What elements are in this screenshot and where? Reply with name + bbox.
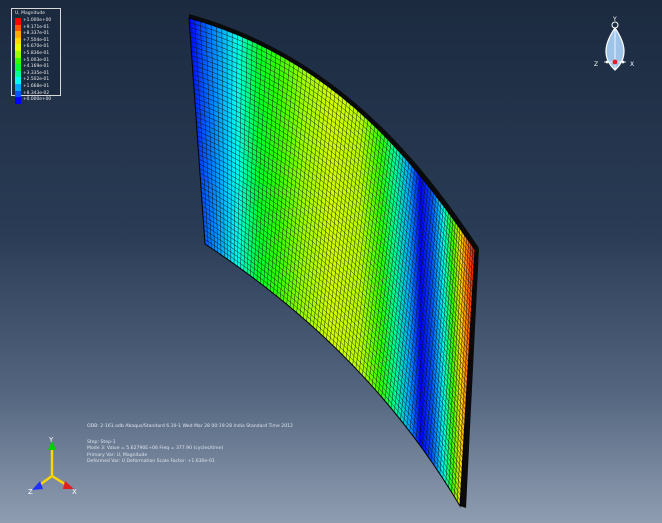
legend-title: U, Magnitude [15, 11, 45, 16]
coordinate-triad: Y X Z [28, 436, 77, 496]
legend-color-swatch [15, 70, 21, 78]
legend-row: +4.169e-01 [15, 64, 51, 71]
legend-value: +0.000e+00 [23, 97, 52, 103]
contour-legend: U, Magnitude +1.000e+00 +9.171e-01 +8.337e… [11, 8, 61, 104]
legend-color-swatch [15, 50, 21, 58]
legend-value: +8.337e-01 [23, 31, 50, 37]
legend-value: +1.000e+00 [23, 18, 52, 23]
legend-row: +1.000e+00 [15, 18, 51, 25]
legend-color-swatch [15, 90, 21, 98]
legend-row: +1.668e-01 [15, 83, 51, 91]
legend-value: +5.836e-01 [23, 50, 50, 56]
legend-color-swatch [15, 44, 21, 51]
legend-row: +2.502e-01 [15, 77, 51, 84]
legend-row: +8.337e-01 [15, 31, 51, 38]
legend-color-swatch [15, 77, 21, 84]
legend-color-swatch [15, 64, 21, 71]
legend-value: +4.169e-01 [23, 64, 50, 70]
triad-z-label: Z [28, 488, 33, 496]
deformed-var-line: Deformed Var: U Deformation Scale Factor… [87, 459, 215, 464]
legend-value: +6.670e-01 [23, 44, 50, 50]
legend-color-swatch [15, 31, 21, 38]
legend-value: +1.668e-01 [23, 83, 50, 89]
legend-value: +2.502e-01 [23, 77, 50, 83]
triad-y-label: Y [48, 436, 54, 444]
triad-x-label: X [72, 488, 77, 496]
legend-color-swatch [15, 57, 21, 65]
legend-color-swatch [15, 37, 21, 45]
view-compass[interactable]: Y Z X [594, 14, 640, 80]
legend-rows: +1.000e+00 +9.171e-01 +8.337e-01 +7.504e-01… [15, 18, 51, 104]
legend-row: +0.000e+00 [15, 97, 51, 104]
legend-row: +6.670e-01 [15, 44, 51, 51]
viewport[interactable]: U, Magnitude +1.000e+00 +9.171e-01 +8.337e… [0, 0, 662, 523]
legend-color-swatch [15, 83, 21, 91]
legend-row: +5.836e-01 [15, 50, 51, 58]
viewport-info-block: ODB: 2-161.odb Abaqus/Standard 6.10-1 We… [87, 424, 293, 466]
legend-color-swatch [15, 24, 21, 32]
odb-info-line: ODB: 2-161.odb Abaqus/Standard 6.10-1 We… [87, 424, 293, 429]
legend-color-swatch [15, 97, 21, 104]
compass-z-label: Z [594, 61, 598, 68]
legend-color-swatch [15, 18, 21, 25]
compass-x-label: X [630, 61, 634, 68]
